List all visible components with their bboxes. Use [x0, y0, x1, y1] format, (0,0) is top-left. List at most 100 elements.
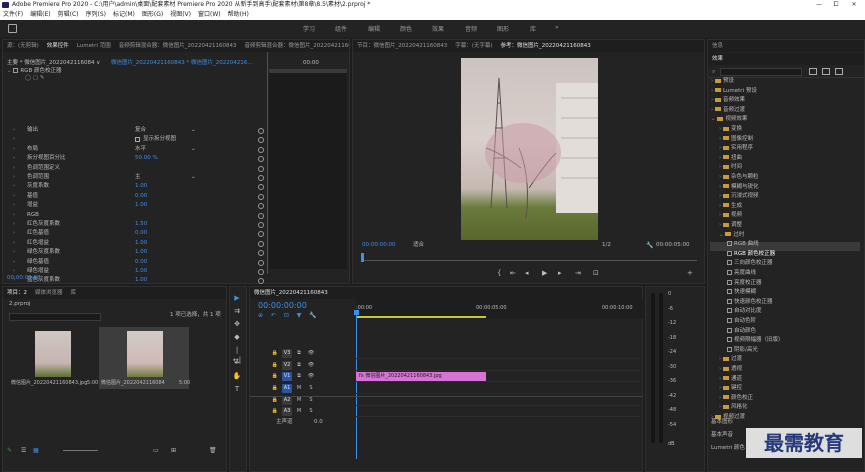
ec-prop-value[interactable]: 1.00	[135, 239, 147, 248]
effects-tree-item[interactable]: › 通道	[719, 375, 742, 384]
effects-tree-item[interactable]: › 音频过渡	[711, 106, 745, 115]
reset-icon[interactable]	[258, 240, 264, 247]
timeline-playhead[interactable]	[356, 311, 357, 459]
tab-info[interactable]: 信息	[708, 40, 727, 52]
slip-tool-icon[interactable]: |↔|	[232, 345, 242, 364]
menu-view[interactable]: 视图(V)	[170, 11, 191, 18]
tab-audio-mixer-2[interactable]: 音频剪辑混合器：微信图片_20220421160843	[240, 40, 349, 52]
lock-icon[interactable]: 🔒	[270, 407, 280, 416]
effects-tree-item[interactable]: › 透视	[719, 365, 742, 374]
reset-icon[interactable]	[258, 278, 264, 285]
reset-icon[interactable]	[258, 222, 264, 228]
ec-prop-value[interactable]: 1.00	[135, 201, 147, 210]
workspace-assembly[interactable]: 组件	[335, 24, 347, 33]
new-bin-icon[interactable]: ▭	[153, 447, 159, 454]
workspace-color[interactable]: 颜色	[400, 24, 412, 33]
pen-tool-icon[interactable]: ✒	[232, 358, 242, 368]
effects-tree-item[interactable]: › 调整	[719, 221, 742, 230]
eye-icon[interactable]: 👁	[306, 361, 316, 370]
reset-icon[interactable]	[258, 212, 264, 219]
ec-prop-expand-icon[interactable]: ›	[13, 182, 15, 191]
reset-icon[interactable]	[258, 184, 264, 191]
yuv-effects-icon[interactable]	[835, 68, 843, 75]
lock-icon[interactable]: 🔒	[270, 384, 280, 393]
ec-prop-expand-icon[interactable]: ›	[13, 145, 15, 154]
effects-tree-item[interactable]: 自动对比度	[727, 307, 762, 316]
track-header[interactable]: 🔒 V1 ⧉ 👁	[270, 371, 318, 382]
ec-prop-value[interactable]: 1.00	[135, 248, 147, 257]
razor-tool-icon[interactable]: ◆	[232, 332, 242, 342]
ec-prop-expand-icon[interactable]: ›	[13, 192, 15, 201]
selection-tool-icon[interactable]: ▶	[232, 293, 242, 303]
ec-prop-value[interactable]: 1.00	[135, 267, 147, 276]
effects-tree-item[interactable]: 视频限幅器（旧版）	[727, 336, 784, 345]
quality-dropdown[interactable]: 1/2	[602, 241, 611, 250]
workspace-graphics[interactable]: 图形	[497, 24, 509, 33]
effects-tree-item[interactable]: ⌄ 过时	[719, 231, 744, 240]
tab-lumetri-scopes[interactable]: Lumetri 范围	[73, 40, 115, 52]
lock-icon[interactable]: 🔒	[270, 372, 280, 381]
reset-icon[interactable]	[258, 175, 264, 181]
project-thumbnail-2[interactable]	[127, 331, 163, 377]
timeline-timecode[interactable]: 00:00:00:00	[258, 301, 307, 310]
hand-tool-icon[interactable]: ✋	[232, 371, 242, 381]
work-area-bar[interactable]	[356, 316, 486, 318]
mute-button[interactable]: M	[294, 407, 304, 416]
effects-tree-item[interactable]: › 音频效果	[711, 96, 745, 105]
workspace-audio[interactable]: 音频	[465, 24, 477, 33]
sequence-clip-label[interactable]: 微信图片_20220421160843 * 微信图片_202204216...	[111, 59, 252, 68]
effects-tree-item[interactable]: › 生成	[719, 202, 742, 211]
tab-reference[interactable]: 参考：微信图片_20220421160843	[497, 40, 595, 52]
step-forward-icon[interactable]: ▸	[558, 269, 562, 277]
ec-checkbox[interactable]	[135, 137, 140, 143]
effects-tree-item[interactable]: ⌄ 视频效果	[711, 115, 747, 124]
ec-prop-expand-icon[interactable]: ›	[13, 211, 15, 220]
ec-prop-value[interactable]: 水平	[135, 145, 146, 154]
playhead-handle[interactable]	[354, 310, 359, 315]
track-header[interactable]: 🔒 A2 M S	[270, 395, 318, 406]
timeline-tool-icons[interactable]: ⊕ ↶ ⊡ ▼ 🔧	[258, 312, 320, 319]
type-tool-icon[interactable]: T	[232, 384, 242, 394]
effects-tree-item[interactable]: › 键控	[719, 384, 742, 393]
add-button-icon[interactable]: +	[687, 269, 693, 277]
list-view-icon[interactable]: ☰	[21, 447, 26, 454]
ec-prop-value[interactable]: 0.00	[135, 229, 147, 238]
menu-marker[interactable]: 标记(M)	[113, 11, 135, 18]
effects-tree-item[interactable]: 亮度校正器	[727, 279, 762, 288]
fit-dropdown[interactable]: 适合	[413, 241, 424, 250]
ec-prop-value[interactable]: 1.00	[135, 276, 147, 285]
track-target-button[interactable]: V1	[282, 372, 292, 381]
minimize-button[interactable]: —	[812, 0, 826, 10]
tab-project[interactable]: 项目：2	[3, 287, 31, 299]
zoom-slider[interactable]	[63, 450, 98, 451]
effects-tree-item[interactable]: 三向颜色校正器	[727, 259, 773, 268]
ec-prop-value[interactable]: 0.00	[135, 258, 147, 267]
program-playhead[interactable]	[361, 253, 364, 262]
tab-effect-controls[interactable]: 效果控件	[43, 40, 73, 52]
mark-out-icon[interactable]: ⇤	[510, 269, 516, 277]
sync-lock-icon[interactable]: ⧉	[294, 372, 304, 381]
menu-file[interactable]: 文件(F)	[3, 11, 23, 18]
trash-icon[interactable]: 🗑	[209, 447, 217, 454]
tab-captions[interactable]: 字幕：(无字幕)	[451, 40, 496, 52]
solo-button[interactable]: S	[306, 407, 316, 416]
step-back-icon[interactable]: ◂	[525, 269, 529, 277]
effects-tree-item[interactable]: 快速颜色校正器	[727, 298, 773, 307]
effects-tree-item[interactable]: › 图像控制	[719, 135, 753, 144]
wrench-icon[interactable]: 🔧	[646, 242, 653, 249]
lock-icon[interactable]: 🔒	[270, 361, 280, 370]
ec-prop-expand-icon[interactable]: ›	[13, 173, 15, 182]
essential-graphics-tab[interactable]: 基本图形	[711, 418, 733, 427]
accelerated-effects-icon[interactable]	[809, 68, 817, 75]
workspace-learn[interactable]: 学习	[303, 24, 315, 33]
program-scrubber[interactable]	[361, 254, 697, 261]
effects-tree-item[interactable]: 快速模糊	[727, 288, 756, 297]
sync-lock-icon[interactable]: ⧉	[294, 361, 304, 370]
pencil-icon[interactable]: ✎	[7, 447, 12, 454]
effects-tree-item[interactable]: › 扭曲	[719, 154, 742, 163]
menu-window[interactable]: 窗口(W)	[198, 11, 221, 18]
ec-prop-expand-icon[interactable]: ›	[13, 201, 15, 210]
effects-tree-item[interactable]: 自动颜色	[727, 327, 756, 336]
project-thumbnail-1[interactable]	[35, 331, 71, 377]
menu-help[interactable]: 帮助(H)	[228, 11, 249, 18]
